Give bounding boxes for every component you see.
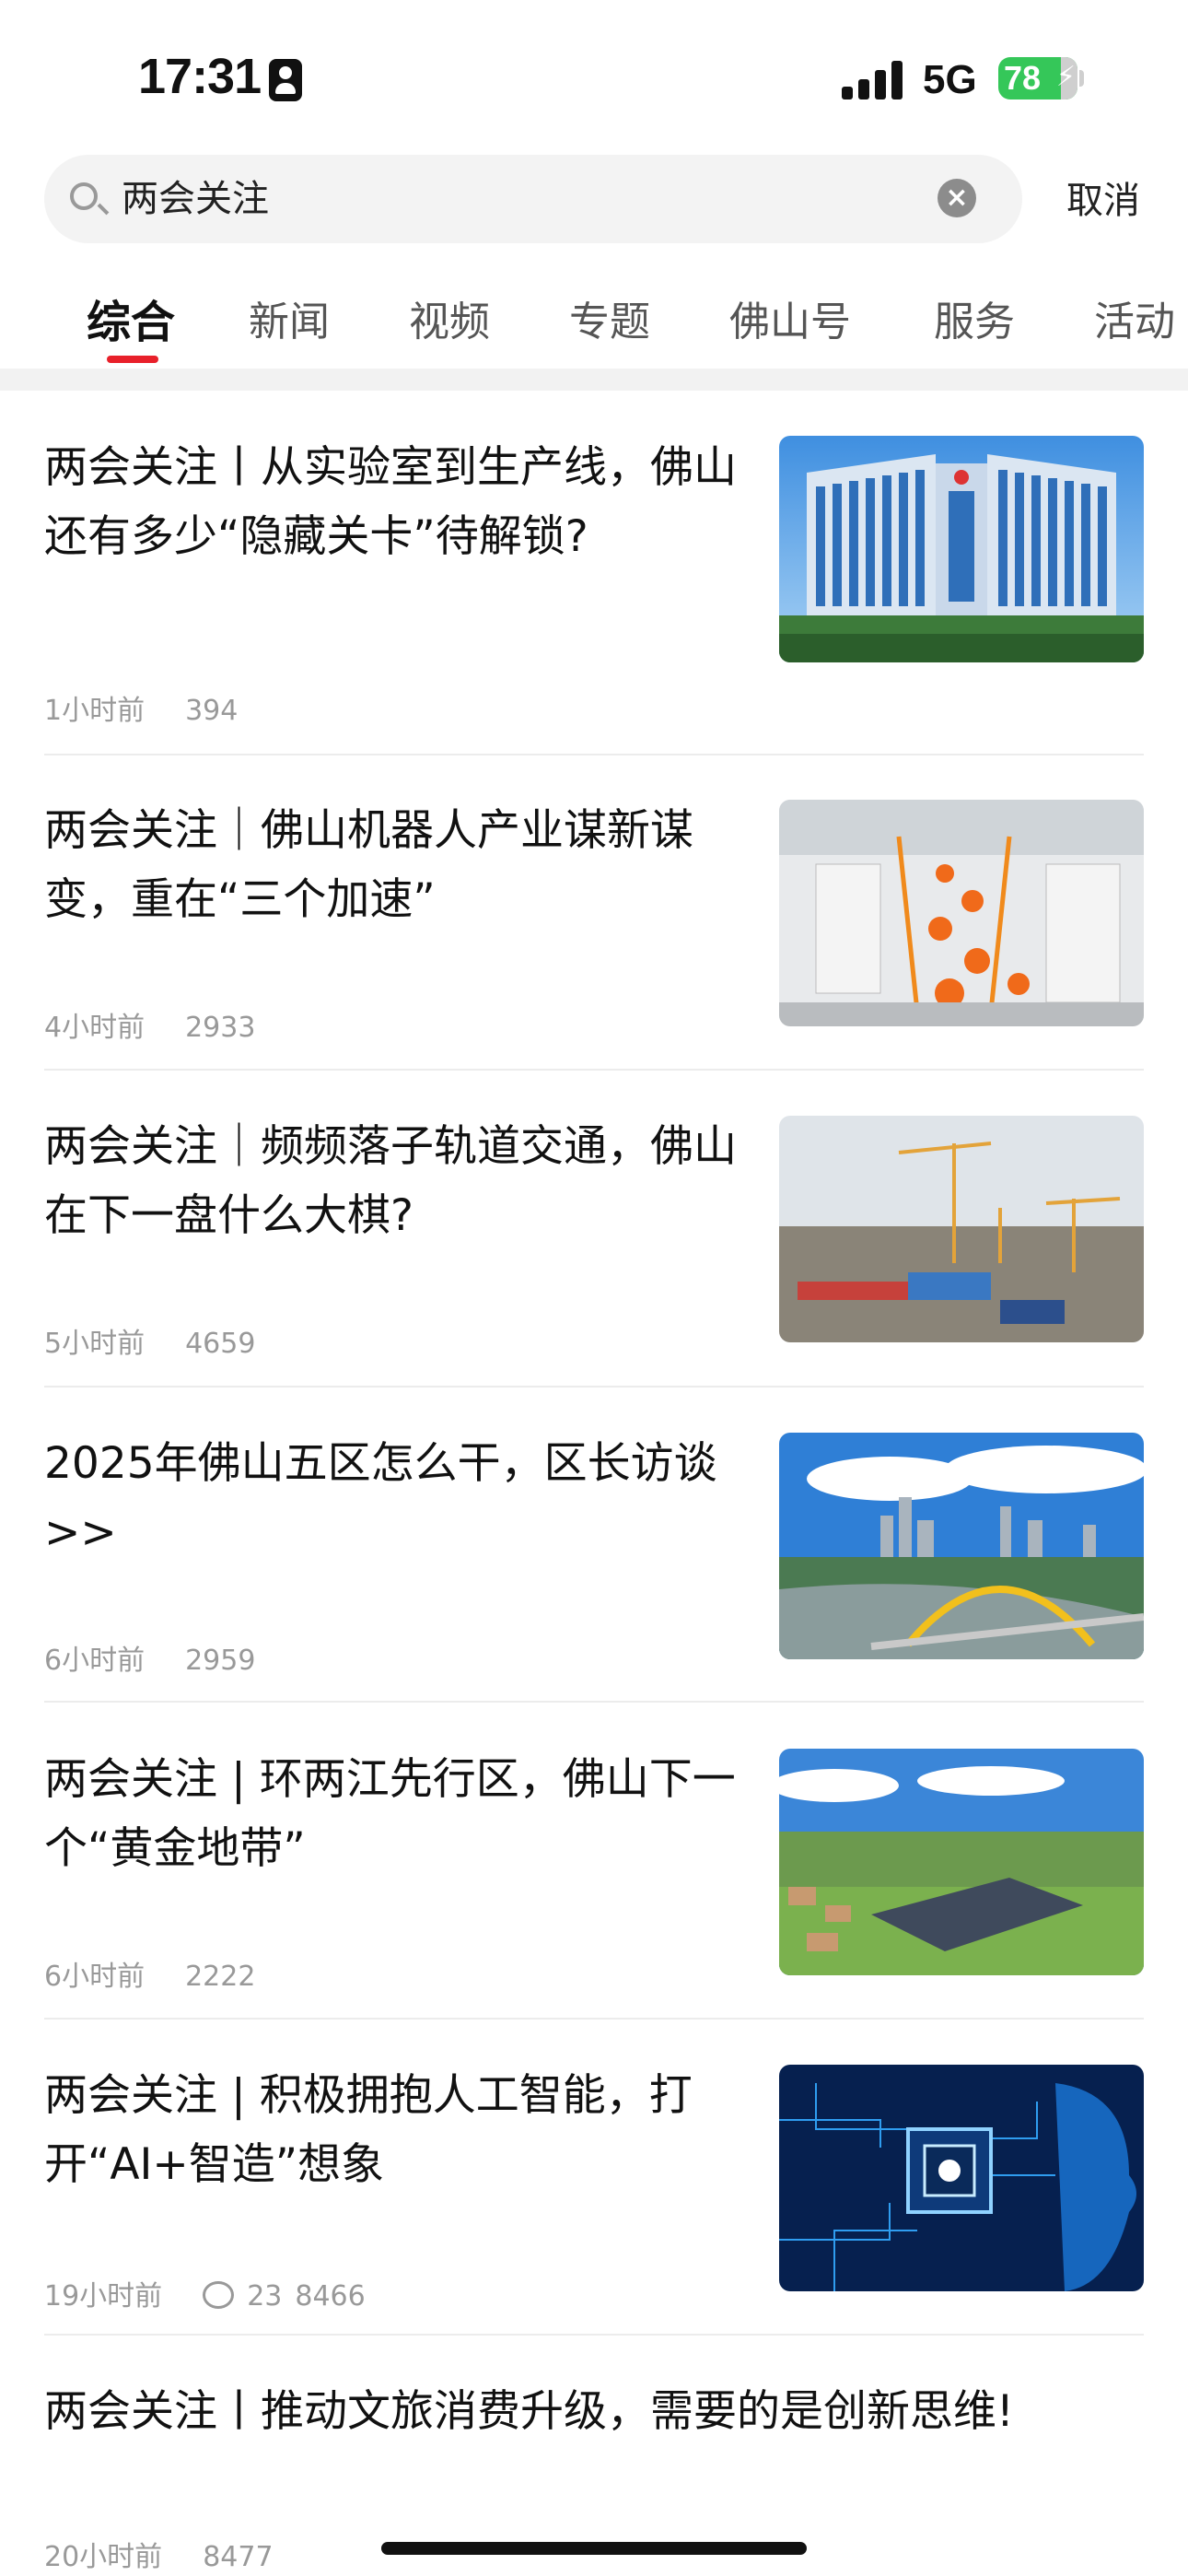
news-views: 2222 (185, 1961, 256, 1993)
tab-video[interactable]: 视频 (409, 295, 490, 350)
status-bar: 17:31 5G 78 ⚡ (0, 0, 1188, 157)
active-tab-indicator (107, 356, 158, 363)
tab-comprehensive[interactable]: 综合 (87, 295, 175, 350)
construction-site-thumbnail (779, 1116, 1144, 1342)
divider (44, 1386, 1144, 1388)
cellular-signal-icon (842, 59, 906, 100)
news-meta: 6小时前 2959 (44, 1637, 255, 1678)
battery-level: 78 (1004, 59, 1042, 97)
tab-services[interactable]: 服务 (934, 295, 1015, 350)
divider (44, 1701, 1144, 1703)
news-views: 8466 (295, 2280, 366, 2313)
divider (44, 754, 1144, 755)
news-time: 1小时前 (44, 695, 146, 727)
search-icon (70, 182, 98, 210)
robot-factory-thumbnail (779, 800, 1144, 1026)
news-views: 4659 (185, 1328, 256, 1360)
news-meta: 20小时前 8477 (44, 2534, 274, 2574)
news-title: 两会关注丨从实验室到生产线，佛山还有多少“隐藏关卡”待解锁? (44, 442, 737, 562)
status-time: 17:31 (138, 49, 262, 104)
news-item[interactable]: 两会关注 | 积极拥抱人工智能，打开“AI+智造”想象 19小时前 23 8466 (44, 2061, 1144, 2337)
news-meta: 6小时前 2222 (44, 1953, 255, 1994)
news-title: 两会关注｜佛山机器人产业谋新谋变，重在“三个加速” (44, 805, 693, 925)
news-title: 两会关注｜频频落子轨道交通，佛山在下一盘什么大棋? (44, 1121, 737, 1241)
news-time: 6小时前 (44, 1961, 146, 1993)
charging-bolt-icon: ⚡ (1055, 61, 1076, 93)
news-views: 394 (185, 695, 239, 727)
news-views: 2959 (185, 1645, 256, 1677)
news-time: 5小时前 (44, 1328, 146, 1360)
news-title: 两会关注 | 积极拥抱人工智能，打开“AI+智造”想象 (44, 2070, 693, 2190)
person-badge-icon (269, 59, 302, 101)
home-indicator[interactable] (381, 2542, 807, 2555)
battery-icon: 78 ⚡ (998, 57, 1077, 100)
news-item[interactable]: 两会关注｜佛山机器人产业谋新谋变，重在“三个加速” 4小时前 2933 (44, 796, 1144, 1054)
news-title: 两会关注丨推动文旅消费升级，需要的是创新思维! (44, 2386, 1014, 2437)
news-item[interactable]: 两会关注｜频频落子轨道交通，佛山在下一盘什么大棋? 5小时前 4659 (44, 1112, 1144, 1370)
news-time: 19小时前 (44, 2280, 163, 2313)
network-type: 5G (923, 57, 977, 102)
news-time: 6小时前 (44, 1645, 146, 1677)
city-river-bridge-thumbnail (779, 1433, 1144, 1659)
news-views: 8477 (203, 2541, 274, 2573)
news-item[interactable]: 两会关注丨从实验室到生产线，佛山还有多少“隐藏关卡”待解锁? 1小时前 394 (44, 433, 1144, 728)
news-title: 两会关注 | 环两江先行区，佛山下一个“黄金地带” (44, 1754, 736, 1874)
news-time: 4小时前 (44, 1012, 146, 1044)
news-views: 2933 (185, 1012, 256, 1044)
divider (44, 2334, 1144, 2336)
search-input[interactable]: 两会关注 (122, 173, 269, 225)
cancel-button[interactable]: 取消 (1066, 175, 1140, 227)
ai-chip-head-thumbnail (779, 2065, 1144, 2291)
news-time: 20小时前 (44, 2541, 163, 2573)
news-title: 2025年佛山五区怎么干，区长访谈>> (44, 1438, 717, 1558)
tab-topics[interactable]: 专题 (569, 295, 650, 350)
divider (44, 1069, 1144, 1071)
comment-icon (203, 2281, 235, 2309)
government-building-thumbnail (779, 436, 1144, 662)
news-meta: 5小时前 4659 (44, 1320, 255, 1361)
news-item[interactable]: 2025年佛山五区怎么干，区长访谈>> 6小时前 2959 (44, 1429, 1144, 1687)
divider (44, 2018, 1144, 2020)
tab-foshan-account[interactable]: 佛山号 (729, 295, 851, 350)
news-item[interactable]: 两会关注 | 环两江先行区，佛山下一个“黄金地带” 6小时前 2222 (44, 1745, 1144, 2003)
section-separator (0, 369, 1188, 391)
category-tabs: 综合 新闻 视频 专题 佛山号 服务 活动 (0, 276, 1188, 369)
news-meta: 1小时前 394 (44, 687, 238, 728)
news-meta: 4小时前 2933 (44, 1004, 255, 1045)
clear-search-icon[interactable]: × (938, 179, 976, 217)
tab-news[interactable]: 新闻 (249, 295, 330, 350)
news-comments: 23 (247, 2280, 283, 2313)
farmland-greenhouse-thumbnail (779, 1749, 1144, 1975)
tab-activities[interactable]: 活动 (1094, 295, 1175, 350)
news-meta: 19小时前 23 8466 (44, 2273, 366, 2313)
